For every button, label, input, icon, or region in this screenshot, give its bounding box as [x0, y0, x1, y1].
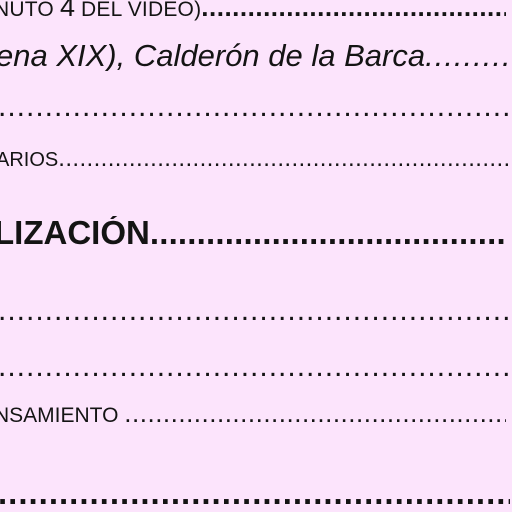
toc-dot-leader-line-bold: ........................................… [0, 476, 510, 509]
toc-dot-leader-line: ........................................… [0, 352, 510, 382]
toc-entry-text-prefix: NUTO [0, 0, 60, 21]
toc-heading-lizacion: LIZACIÓN................................… [0, 216, 506, 249]
toc-entry-video-minute: NUTO 4 DEL VIDEO).......................… [0, 0, 506, 21]
toc-entry-text: ena XIX), Calderón de la Barca [0, 40, 426, 71]
dot-leader: ........................................… [0, 92, 510, 122]
toc-dot-leader-line: ........................................… [0, 296, 510, 326]
toc-dot-leader-line: ........................................… [0, 92, 510, 122]
dot-leader: ........................................… [58, 147, 508, 171]
toc-entry-arios: ARIOS...................................… [0, 147, 508, 171]
dot-leader: ........................................ [201, 0, 506, 21]
dot-leader: ........................................… [0, 296, 510, 326]
toc-entry-number: 4 [59, 0, 75, 21]
toc-entry-text-suffix: DEL VIDEO) [74, 0, 202, 21]
dot-leader: ........................................… [0, 352, 510, 382]
dot-leader: ........................................… [149, 216, 506, 249]
toc-entry-nsamiento: NSAMIENTO ..............................… [0, 400, 506, 426]
toc-entry-text: NSAMIENTO [0, 404, 125, 426]
dot-leader: ........................................… [0, 476, 510, 509]
toc-entry-calderon: ena XIX), Calderón de la Barca..........… [0, 40, 508, 71]
toc-entry-text: ARIOS [0, 149, 59, 171]
dot-leader: ........................................… [124, 400, 506, 426]
dot-leader: ................... [425, 40, 508, 71]
toc-heading-text: LIZACIÓN [0, 216, 150, 249]
